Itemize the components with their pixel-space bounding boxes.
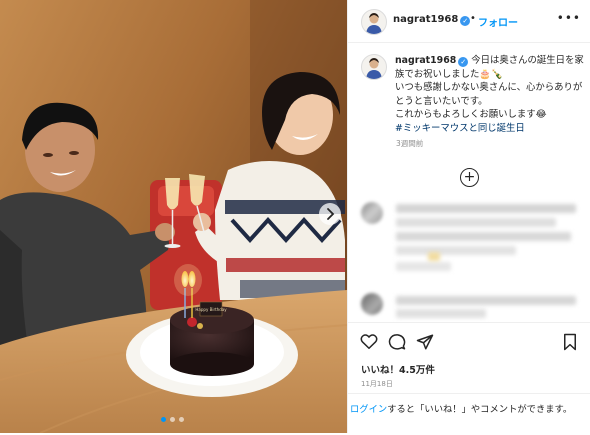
post-date: 11月18日 bbox=[361, 380, 393, 388]
carousel-dot bbox=[170, 417, 175, 422]
heart-icon bbox=[360, 334, 378, 349]
instagram-post-view: Happy Birthday nagrat1968 ✓ • フォロー ••• n… bbox=[0, 0, 590, 433]
next-photo-button[interactable] bbox=[319, 203, 341, 225]
login-prompt: ログインすると「いいね！」やコメントができます。 bbox=[350, 403, 590, 416]
paper-plane-icon bbox=[416, 334, 434, 350]
avatar-illustration bbox=[366, 58, 382, 79]
save-button[interactable] bbox=[562, 333, 578, 355]
login-prompt-bar: ログインすると「いいね！」やコメントができます。 bbox=[348, 393, 590, 435]
follow-button[interactable]: フォロー bbox=[478, 14, 518, 29]
post-photo[interactable]: Happy Birthday bbox=[0, 0, 347, 433]
caption-time: 3週間前 bbox=[396, 139, 424, 148]
separator-dot: • bbox=[470, 13, 476, 24]
bookmark-icon bbox=[564, 333, 576, 351]
comment-item bbox=[348, 200, 590, 290]
comment-icon bbox=[388, 334, 406, 350]
caption-line-3: これからもよろしくお願いします😂 bbox=[395, 109, 547, 121]
plus-circle-icon[interactable]: + bbox=[460, 168, 479, 187]
cake-card-text: Happy Birthday bbox=[195, 307, 227, 312]
like-button[interactable] bbox=[360, 333, 378, 354]
post-actions: いいね！4.5万件 11月18日 ログインすると「いいね！」やコメントができます… bbox=[348, 322, 590, 434]
caption-line-2: いつも感謝しかない奥さんに、心からありがとうと言いたいです。 bbox=[395, 82, 583, 107]
login-link[interactable]: ログイン bbox=[350, 404, 387, 415]
carousel-dots bbox=[161, 417, 187, 423]
more-options-icon[interactable]: ••• bbox=[557, 11, 581, 25]
comment-button[interactable] bbox=[388, 333, 406, 355]
photo-illustration: Happy Birthday bbox=[0, 0, 347, 433]
comment-avatar bbox=[361, 202, 383, 224]
verified-badge-icon: ✓ bbox=[458, 57, 469, 67]
header-username-text[interactable]: nagrat1968 bbox=[393, 14, 458, 25]
comment-avatar bbox=[361, 293, 383, 315]
caption-text: nagrat1968 ✓ 今日は奥さんの誕生日を家族でお祝いしました🎂🍾 いつも感… bbox=[395, 54, 587, 136]
caption-username[interactable]: nagrat1968 bbox=[395, 55, 456, 66]
avatar-illustration bbox=[366, 13, 382, 34]
login-prompt-text: すると「いいね！」やコメントができます。 bbox=[387, 404, 573, 415]
chevron-right-icon bbox=[327, 208, 335, 220]
caption-avatar[interactable] bbox=[361, 54, 387, 80]
header-username[interactable]: nagrat1968 ✓ bbox=[393, 14, 471, 26]
like-count[interactable]: いいね！4.5万件 bbox=[361, 362, 435, 376]
hashtag-link[interactable]: #ミッキーマウスと同じ誕生日 bbox=[395, 123, 525, 134]
verified-badge-icon: ✓ bbox=[460, 16, 471, 26]
share-button[interactable] bbox=[416, 333, 434, 355]
carousel-dot bbox=[179, 417, 184, 422]
avatar[interactable] bbox=[361, 9, 387, 35]
post-header: nagrat1968 ✓ • フォロー ••• bbox=[348, 0, 590, 43]
carousel-dot bbox=[161, 417, 166, 422]
post-side-panel: nagrat1968 ✓ • フォロー ••• nagrat1968 ✓ 今日は奥さ… bbox=[347, 0, 590, 433]
comment-item bbox=[348, 293, 590, 321]
